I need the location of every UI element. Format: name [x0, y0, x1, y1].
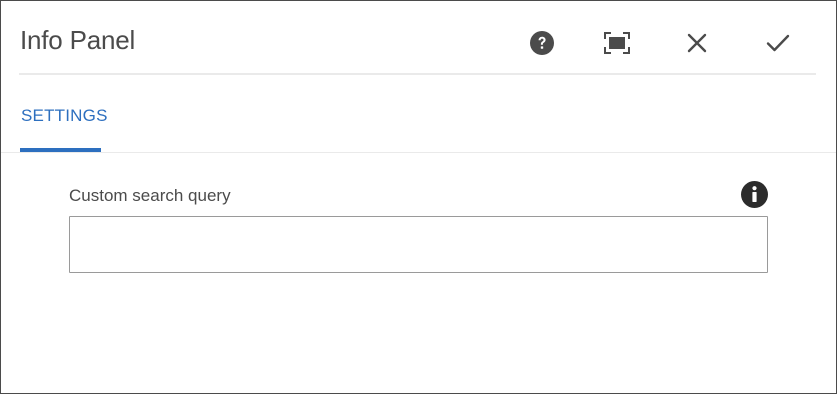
close-icon	[687, 33, 707, 53]
dialog-tabs: SETTINGS	[1, 76, 836, 153]
custom-search-query-input[interactable]	[69, 216, 768, 273]
tab-settings[interactable]: SETTINGS	[21, 106, 108, 126]
info-panel-dialog: Info Panel SETTINGS Custom search query	[0, 0, 837, 394]
checkmark-icon	[766, 34, 790, 52]
close-button[interactable]	[681, 27, 713, 59]
field-info-button[interactable]	[741, 181, 768, 208]
fullscreen-icon	[604, 32, 630, 54]
custom-search-query-label: Custom search query	[69, 186, 231, 205]
help-button[interactable]	[526, 27, 558, 59]
dialog-title: Info Panel	[20, 25, 136, 55]
help-icon	[530, 31, 554, 55]
fullscreen-button[interactable]	[601, 27, 633, 59]
active-tab-indicator	[20, 148, 101, 152]
info-icon	[741, 181, 768, 208]
confirm-button[interactable]	[762, 27, 794, 59]
dialog-header: Info Panel	[19, 1, 816, 75]
